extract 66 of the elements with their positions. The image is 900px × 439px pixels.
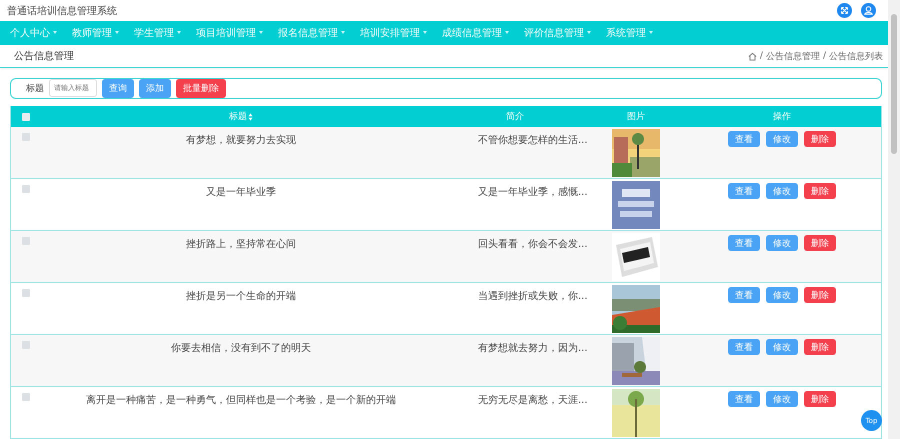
action-button[interactable]: 修改 (766, 391, 798, 407)
breadcrumb-separator: / (760, 51, 763, 62)
table-cell-text: 离开是一种痛苦，是一种勇气，但同样也是一个考验，是一个新的开端 (86, 394, 396, 407)
fullscreen-icon[interactable] (837, 3, 852, 18)
select-all-checkbox[interactable] (22, 112, 30, 120)
nav-menu-item[interactable]: 个人中心 (10, 26, 57, 40)
table-cell-text: 有梦想就去努力，因为... (478, 342, 588, 355)
action-button[interactable]: 修改 (766, 131, 798, 147)
action-button[interactable]: 修改 (766, 183, 798, 199)
column-header: 图片 (627, 110, 645, 123)
table-cell-text: 挫折路上，坚持常在心间 (186, 238, 296, 251)
action-button[interactable]: 查看 (728, 131, 760, 147)
table-cell-text: 又是一年毕业季，感慨... (478, 186, 588, 199)
breadcrumb-item: 公告信息列表 (829, 50, 883, 63)
action-button[interactable]: 查看 (728, 183, 760, 199)
breadcrumb-item[interactable]: 公告信息管理 (766, 50, 820, 63)
user-icon[interactable] (861, 3, 876, 18)
row-checkbox[interactable] (22, 341, 30, 349)
row-checkbox[interactable] (22, 237, 30, 245)
action-button[interactable]: 查看 (728, 287, 760, 303)
column-header: 简介 (506, 110, 524, 123)
sort-icon[interactable] (248, 112, 253, 120)
column-header: 操作 (773, 110, 791, 123)
nav-menu-item[interactable]: 教师管理 (72, 26, 119, 40)
row-checkbox[interactable] (22, 133, 30, 141)
nav-menu-item[interactable]: 评价信息管理 (524, 26, 591, 40)
breadcrumb-separator: / (822, 51, 826, 62)
delete-button[interactable]: 删除 (804, 131, 836, 147)
table-cell-text: 你要去相信，没有到不了的明天 (171, 342, 311, 355)
action-button[interactable]: 修改 (766, 339, 798, 355)
action-button[interactable]: 查看 (728, 339, 760, 355)
scrollbar-thumb[interactable] (891, 14, 897, 154)
nav-menu-item[interactable]: 成绩信息管理 (442, 26, 509, 40)
table-cell-text: 挫折是另一个生命的开端 (186, 290, 296, 303)
table-cell-text: 无穷无尽是离愁，天涯... (478, 394, 588, 407)
page-title: 公告信息管理 (14, 50, 74, 64)
row-checkbox[interactable] (22, 393, 30, 401)
home-icon[interactable] (748, 52, 757, 61)
delete-button[interactable]: 删除 (804, 339, 836, 355)
delete-button[interactable]: 删除 (804, 287, 836, 303)
row-checkbox[interactable] (22, 289, 30, 297)
table-cell-text: 回头看看，你会不会发... (478, 238, 588, 251)
nav-menu-item[interactable]: 项目培训管理 (196, 26, 263, 40)
search-button[interactable]: 添加 (139, 78, 171, 98)
table-cell-text: 不管你想要怎样的生活... (478, 134, 588, 147)
delete-button[interactable]: 删除 (804, 183, 836, 199)
table-cell-text: 有梦想，就要努力去实现 (186, 134, 296, 147)
nav-menu-item[interactable]: 报名信息管理 (278, 26, 345, 40)
scrollbar[interactable] (888, 0, 900, 439)
delete-button[interactable]: 删除 (804, 235, 836, 251)
table-cell-text: 当遇到挫折或失败，你... (478, 290, 588, 303)
action-button[interactable]: 查看 (728, 235, 760, 251)
column-header[interactable]: 标题 (229, 110, 253, 123)
search-label: 标题 (26, 82, 44, 95)
delete-button[interactable]: 删除 (804, 391, 836, 407)
action-button[interactable]: 修改 (766, 287, 798, 303)
action-button[interactable]: 查看 (728, 391, 760, 407)
row-checkbox[interactable] (22, 185, 30, 193)
nav-menu-item[interactable]: 系统管理 (606, 26, 653, 40)
app-title: 普通话培训信息管理系统 (7, 4, 117, 18)
batch-delete-button[interactable]: 批量删除 (176, 78, 226, 98)
table-cell-text: 又是一年毕业季 (206, 186, 276, 199)
nav-menu-item[interactable]: 培训安排管理 (360, 26, 427, 40)
nav-menu-item[interactable]: 学生管理 (134, 26, 181, 40)
action-button[interactable]: 修改 (766, 235, 798, 251)
search-button[interactable]: 查询 (102, 78, 134, 98)
